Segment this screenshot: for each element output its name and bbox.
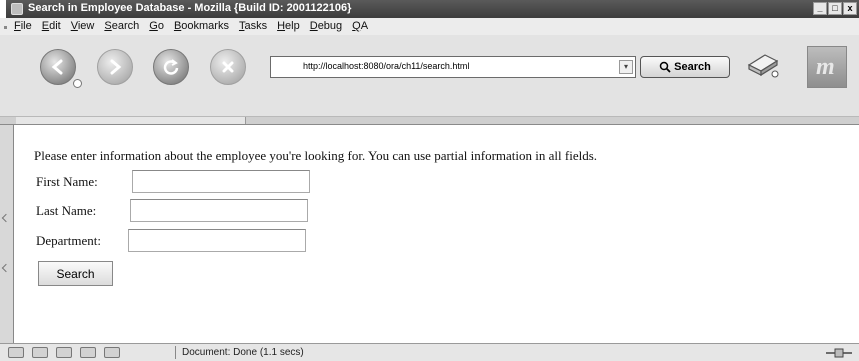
forward-icon — [110, 59, 122, 75]
back-icon — [51, 59, 63, 75]
active-tab[interactable] — [16, 117, 246, 124]
menu-view[interactable]: View — [71, 20, 95, 32]
sidebar-grip-icon — [1, 213, 11, 223]
irc-icon[interactable] — [104, 347, 120, 358]
url-dropdown-button[interactable]: ▾ — [619, 60, 633, 74]
intro-text: Please enter information about the emplo… — [34, 148, 598, 163]
url-input[interactable]: http://localhost:8080/ora/ch11/search.ht… — [303, 61, 469, 71]
reload-button[interactable] — [153, 49, 189, 85]
navigator-icon[interactable] — [8, 347, 24, 358]
toolbar-grip[interactable] — [4, 26, 7, 29]
status-divider — [175, 346, 176, 359]
menu-qa[interactable]: QA — [352, 20, 368, 32]
throbber-icon[interactable]: m — [807, 46, 847, 88]
window-title: Search in Employee Database - Mozilla {B… — [28, 2, 352, 14]
composer-icon[interactable] — [56, 347, 72, 358]
mail-icon[interactable] — [32, 347, 48, 358]
search-submit-button[interactable]: Search — [38, 261, 113, 286]
menu-edit[interactable]: Edit — [42, 20, 61, 32]
tab-strip — [0, 117, 859, 125]
connection-icon — [826, 348, 852, 358]
department-input[interactable] — [128, 229, 306, 252]
address-book-icon[interactable] — [80, 347, 96, 358]
status-message: Document: Done (1.1 secs) — [182, 347, 304, 358]
last-name-row: Last Name: — [36, 199, 308, 222]
menu-tasks[interactable]: Tasks — [239, 20, 267, 32]
url-bar[interactable]: http://localhost:8080/ora/ch11/search.ht… — [270, 56, 636, 78]
app-icon — [11, 3, 23, 15]
reload-icon — [163, 59, 179, 75]
title-bar: Search in Employee Database - Mozilla {B… — [6, 0, 859, 18]
first-name-row: First Name: — [36, 170, 310, 193]
sidebar-grip-icon — [1, 263, 11, 273]
menu-help[interactable]: Help — [277, 20, 300, 32]
page-content: Please enter information about the emplo… — [22, 125, 859, 343]
close-button[interactable]: x — [843, 2, 857, 15]
department-label: Department: — [36, 232, 101, 248]
back-history-dropdown[interactable] — [73, 79, 82, 88]
toolbar-search-button[interactable]: Search — [640, 56, 730, 78]
menu-search[interactable]: Search — [104, 20, 139, 32]
menu-bookmarks[interactable]: Bookmarks — [174, 20, 229, 32]
stop-button[interactable] — [210, 49, 246, 85]
toolbar-search-label: Search — [674, 61, 711, 73]
window-controls: _ □ x — [813, 2, 857, 15]
menu-file[interactable]: File — [14, 20, 32, 32]
print-icon[interactable] — [745, 49, 781, 79]
last-name-input[interactable] — [130, 199, 308, 222]
status-bar: Document: Done (1.1 secs) — [0, 343, 859, 361]
forward-button[interactable] — [97, 49, 133, 85]
last-name-label: Last Name: — [36, 202, 97, 218]
maximize-button[interactable]: □ — [828, 2, 842, 15]
first-name-label: First Name: — [36, 173, 98, 189]
menu-debug[interactable]: Debug — [310, 20, 342, 32]
back-button[interactable] — [40, 49, 76, 85]
first-name-input[interactable] — [132, 170, 310, 193]
menu-go[interactable]: Go — [149, 20, 164, 32]
department-row: Department: — [36, 229, 306, 252]
navigation-toolbar: http://localhost:8080/ora/ch11/search.ht… — [0, 35, 859, 117]
stop-icon — [222, 61, 234, 73]
menu-bar: File Edit View Search Go Bookmarks Tasks… — [0, 18, 859, 35]
sidebar-splitter[interactable] — [0, 125, 14, 343]
search-icon — [659, 61, 671, 73]
minimize-button[interactable]: _ — [813, 2, 827, 15]
